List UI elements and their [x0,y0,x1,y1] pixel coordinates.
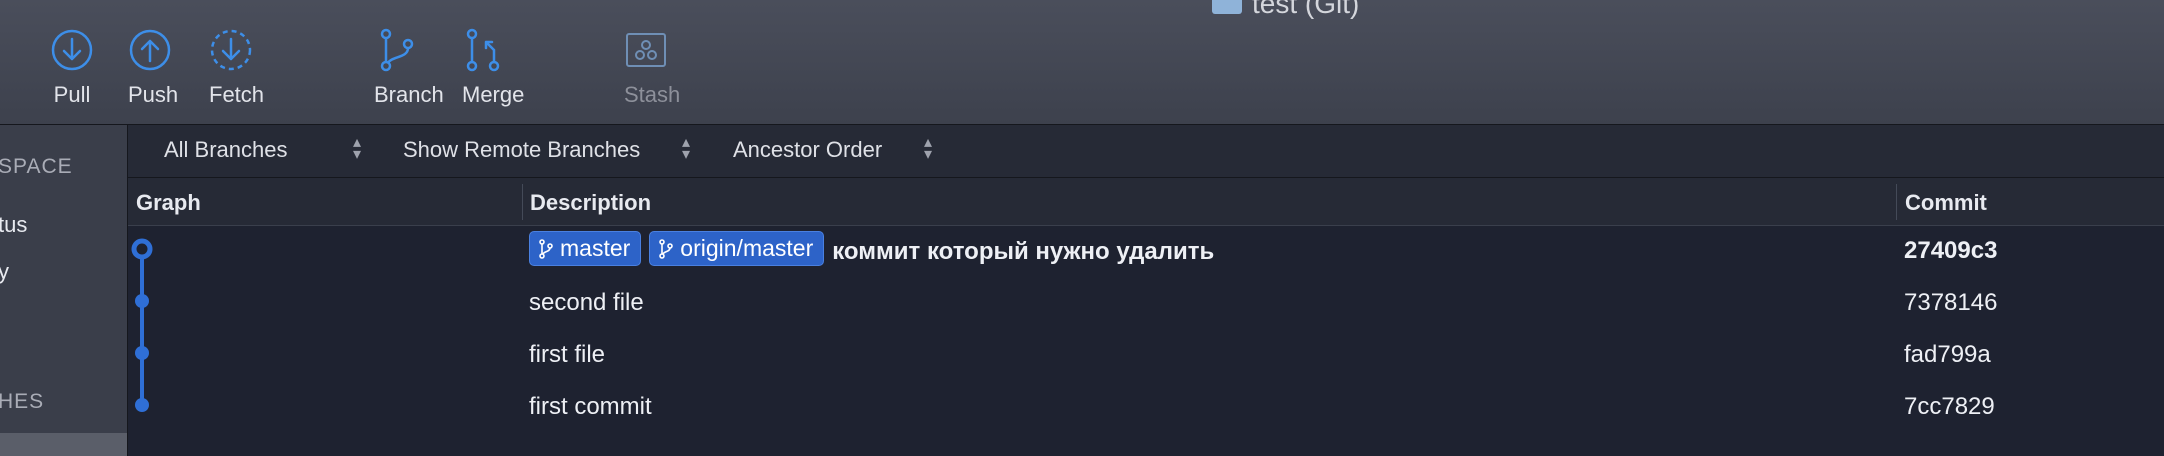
filter-bar: All Branches ▴ ▾ Show Remote Branches ▴ ▾ … [128,125,2164,177]
merge-label: Merge [462,82,525,107]
stash-label: Stash [624,82,681,107]
column-divider[interactable] [522,184,523,220]
branch-button[interactable]: Branch [374,28,444,108]
window-title: test (Git) [1212,0,1359,20]
column-divider[interactable] [1896,184,1897,220]
commit-row[interactable]: second file 7378146 [128,277,2164,329]
commit-row[interactable]: first commit 7cc7829 [128,381,2164,433]
commit-message: second file [529,289,644,316]
folder-icon [1212,0,1242,14]
sidebar: SPACE tus y HES [0,125,128,456]
toolbar: test (Git) Pull Push Fetch Branch Merge … [0,0,2164,125]
column-header: Graph Description Commit [128,177,2164,226]
sidebar-header-workspace: SPACE [0,155,73,178]
branch-icon [659,238,674,259]
commit-hash: 7378146 [1904,289,1998,316]
sidebar-selected-item[interactable] [0,433,127,456]
main-panel: All Branches ▴ ▾ Show Remote Branches ▴ ▾ … [128,125,2164,456]
push-label: Push [128,82,179,107]
commit-description: first commit [529,393,652,421]
stash-button[interactable]: Stash [624,28,681,108]
branch-badge-master[interactable]: master [529,231,642,266]
branch-label: Branch [374,82,444,107]
branch-badge-origin-master[interactable]: origin/master [649,231,825,266]
branch-icon [380,28,414,72]
merge-icon [466,28,500,72]
commit-row[interactable]: master origin/master коммит который нужн… [128,225,2164,277]
push-icon [129,29,171,71]
commit-hash: 27409c3 [1904,237,1998,264]
stash-icon [626,33,666,67]
remote-branches-filter[interactable]: Show Remote Branches [403,137,640,163]
branch-badge-label: master [560,235,631,261]
branches-filter[interactable]: All Branches [164,137,288,163]
commit-description: first file [529,341,605,369]
commit-hash: 7cc7829 [1904,393,1995,420]
merge-button[interactable]: Merge [462,28,525,108]
sidebar-item-status[interactable]: tus [0,212,27,238]
commit-message: коммит который нужно удалить [832,237,1215,265]
pull-button[interactable]: Pull [50,28,94,108]
column-header-graph[interactable]: Graph [136,190,201,216]
push-button[interactable]: Push [128,28,179,108]
branch-badge-label: origin/master [680,235,814,261]
remote-filter-chevron-icon[interactable]: ▴ ▾ [679,135,693,163]
branch-icon [539,238,553,259]
order-filter[interactable]: Ancestor Order [733,137,882,163]
fetch-label: Fetch [209,82,265,107]
column-header-description[interactable]: Description [530,190,651,216]
pull-icon [51,29,93,71]
order-filter-chevron-icon[interactable]: ▴ ▾ [921,135,935,163]
pull-label: Pull [53,82,91,107]
fetch-button[interactable]: Fetch [209,28,265,108]
commit-description: master origin/master коммит который нужн… [529,231,1215,266]
column-header-commit[interactable]: Commit [1905,190,1987,216]
commit-hash: fad799a [1904,341,1991,368]
branches-filter-chevron-icon[interactable]: ▴ ▾ [350,135,364,163]
commit-message: first commit [529,393,652,420]
window-title-text: test (Git) [1252,0,1360,19]
fetch-icon [210,29,252,71]
sidebar-item-history[interactable]: y [0,259,9,285]
sidebar-header-branches: HES [0,390,45,413]
commit-row[interactable]: first file fad799a [128,329,2164,381]
commit-description: second file [529,289,644,317]
commit-message: first file [529,341,606,368]
